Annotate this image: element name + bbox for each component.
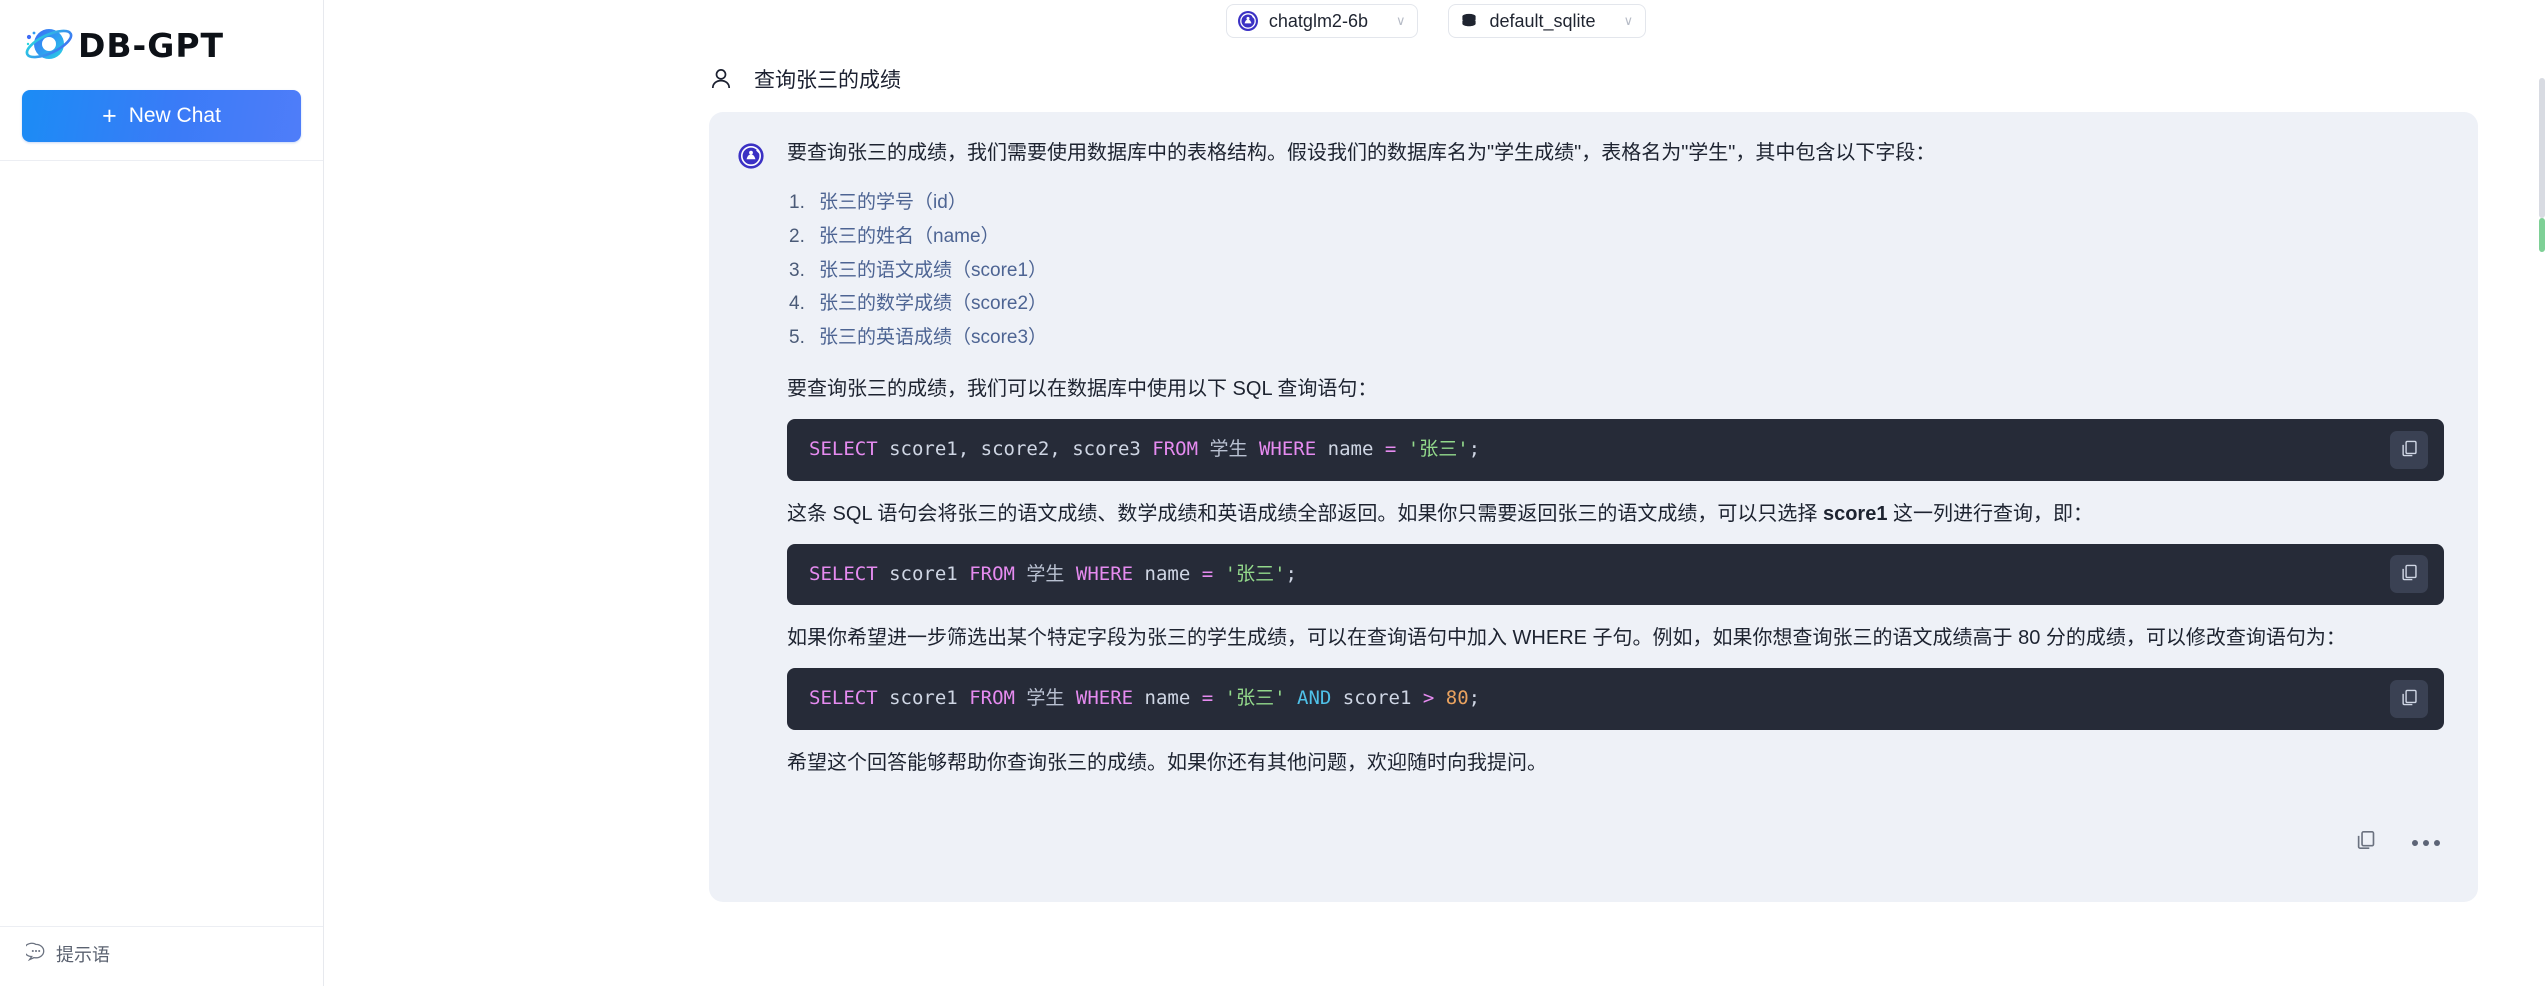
copy-icon bbox=[2400, 439, 2419, 461]
code-block-2-text: SELECT score1 FROM 学生 WHERE name = '张三'; bbox=[809, 562, 1297, 585]
copy-code-button[interactable] bbox=[2390, 430, 2428, 469]
new-chat-label: New Chat bbox=[128, 104, 221, 127]
chevron-down-icon: ∨ bbox=[1395, 13, 1406, 28]
chevron-down-icon: ∨ bbox=[1623, 13, 1634, 28]
para3-after: 这一列进行查询，即： bbox=[1887, 502, 2094, 525]
model-badge-icon bbox=[1237, 10, 1259, 32]
page-scrollbar[interactable] bbox=[2539, 78, 2545, 378]
code-block-3-text: SELECT score1 FROM 学生 WHERE name = '张三' … bbox=[809, 687, 1481, 710]
copy-icon bbox=[2400, 563, 2419, 585]
sidebar: DB-GPT + New Chat 提示语 bbox=[0, 0, 324, 986]
model-selector[interactable]: chatglm2-6b ∨ bbox=[1225, 4, 1419, 38]
sidebar-footer: 提示语 bbox=[0, 926, 323, 986]
code-block-3: SELECT score1 FROM 学生 WHERE name = '张三' … bbox=[787, 668, 2444, 730]
more-horizontal-icon bbox=[2412, 839, 2440, 846]
user-message-text: 查询张三的成绩 bbox=[754, 69, 901, 92]
assistant-lead-paragraph: 要查询张三的成绩，我们需要使用数据库中的表格结构。假设我们的数据库名为"学生成绩… bbox=[787, 142, 1936, 164]
assistant-message-body: 要查询张三的成绩，我们需要使用数据库中的表格结构。假设我们的数据库名为"学生成绩… bbox=[787, 138, 2444, 793]
list-item: 张三的语文成绩（score1） bbox=[789, 259, 1048, 283]
model-selector-value: chatglm2-6b bbox=[1268, 10, 1368, 31]
assistant-message-card: 要查询张三的成绩，我们需要使用数据库中的表格结构。假设我们的数据库名为"学生成绩… bbox=[709, 112, 2478, 902]
user-person-icon bbox=[708, 66, 734, 92]
main-content: chatglm2-6b ∨ default_sqlite ∨ 查询张三的成绩 要… bbox=[324, 0, 2548, 986]
copy-code-button[interactable] bbox=[2390, 680, 2428, 719]
chat-bubble-dots-icon bbox=[23, 942, 46, 967]
assistant-badge-icon bbox=[737, 142, 765, 170]
code-block-2: SELECT score1 FROM 学生 WHERE name = '张三'; bbox=[787, 543, 2444, 606]
more-options-button[interactable] bbox=[2412, 829, 2440, 857]
copy-icon bbox=[2400, 688, 2419, 710]
assistant-paragraph-2: 要查询张三的成绩，我们可以在数据库中使用以下 SQL 查询语句： bbox=[787, 377, 1378, 400]
list-item: 张三的数学成绩（score2） bbox=[789, 293, 1048, 316]
copy-message-button[interactable] bbox=[2352, 829, 2380, 857]
topbar: chatglm2-6b ∨ default_sqlite ∨ bbox=[324, 0, 2548, 42]
database-selector[interactable]: default_sqlite ∨ bbox=[1448, 4, 1647, 38]
para3-before: 这条 SQL 语句会将张三的语文成绩、数学成绩和英语成绩全部返回。如果你只需要返… bbox=[787, 502, 1823, 525]
sidebar-chat-list bbox=[0, 161, 323, 926]
scrollbar-thumb[interactable] bbox=[2539, 78, 2545, 218]
list-item: 张三的英语成绩（score3） bbox=[789, 327, 1048, 350]
database-icon bbox=[1459, 11, 1479, 31]
list-item: 张三的学号（id） bbox=[789, 192, 967, 215]
user-message: 查询张三的成绩 bbox=[324, 42, 2518, 112]
brand: DB-GPT bbox=[0, 0, 323, 74]
assistant-paragraph-4: 如果你希望进一步筛选出某个特定字段为张三的学生成绩，可以在查询语句中加入 WHE… bbox=[787, 627, 2346, 650]
field-list: 张三的学号（id） 张三的姓名（name） 张三的语文成绩（score1） 张三… bbox=[787, 187, 2444, 356]
list-item: 张三的姓名（name） bbox=[789, 225, 1000, 249]
scrollbar-indicator bbox=[2539, 218, 2545, 252]
sidebar-item-label: 提示语 bbox=[56, 945, 110, 965]
brand-name: DB-GPT bbox=[78, 25, 225, 65]
plus-icon: + bbox=[102, 101, 117, 130]
app-root: DB-GPT + New Chat 提示语 chatglm2-6b ∨ defa… bbox=[0, 0, 2548, 986]
assistant-paragraph-5: 希望这个回答能够帮助你查询张三的成绩。如果你还有其他问题，欢迎随时向我提问。 bbox=[787, 751, 1547, 774]
chat-scroll-area[interactable]: 查询张三的成绩 要查询张三的成绩，我们需要使用数据库中的表格结构。假设我们的数据… bbox=[324, 42, 2548, 986]
message-actions bbox=[737, 811, 2444, 857]
para3-bold: score1 bbox=[1822, 502, 1888, 525]
new-chat-button[interactable]: + New Chat bbox=[22, 90, 301, 142]
code-block-1-text: SELECT score1, score2, score3 FROM 学生 WH… bbox=[809, 437, 1481, 460]
database-selector-value: default_sqlite bbox=[1489, 10, 1596, 31]
planet-orbit-logo-icon bbox=[22, 18, 76, 72]
copy-icon bbox=[2355, 829, 2377, 856]
assistant-paragraph-3: 这条 SQL 语句会将张三的语文成绩、数学成绩和英语成绩全部返回。如果你只需要返… bbox=[787, 499, 2444, 530]
sidebar-item-prompts[interactable]: 提示语 bbox=[23, 941, 110, 967]
copy-code-button[interactable] bbox=[2390, 555, 2428, 594]
code-block-1: SELECT score1, score2, score3 FROM 学生 WH… bbox=[787, 418, 2444, 481]
